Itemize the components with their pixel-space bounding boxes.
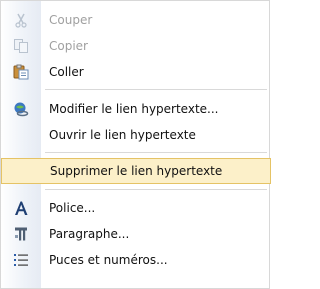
menu-item-cut: Couper [1,7,271,33]
menu-item-label: Paragraphe... [49,227,130,241]
menu-item-open-hyperlink[interactable]: Ouvrir le lien hypertexte [1,122,271,148]
menu-item-paste[interactable]: Coller [1,59,271,85]
menu-item-bullets-numbering[interactable]: Puces et numéros... [1,247,271,273]
menu-separator [45,152,267,153]
menu-item-label: Supprimer le lien hypertexte [50,164,223,178]
menu-item-font[interactable]: Police... [1,195,271,221]
menu-separator [45,189,267,190]
menu-item-edit-hyperlink[interactable]: Modifier le lien hypertexte... [1,96,271,122]
menu-item-paragraph[interactable]: Paragraphe... [1,221,271,247]
scissors-icon [13,12,29,28]
menu-item-label: Couper [49,13,93,27]
menu-item-label: Copier [49,39,88,53]
paragraph-icon [13,226,29,242]
menu-item-remove-hyperlink[interactable]: Supprimer le lien hypertexte [1,158,271,184]
menu-item-label: Police... [49,201,96,215]
menu-item-label: Coller [49,65,84,79]
menu-item-label: Ouvrir le lien hypertexte [49,128,196,142]
menu-item-copy: Copier [1,33,271,59]
paste-icon [13,64,29,80]
menu-item-label: Puces et numéros... [49,253,168,267]
menu-item-label: Modifier le lien hypertexte... [49,102,219,116]
context-menu: Couper Copier Coller Modifier le lien hy… [0,0,271,289]
edit-hyperlink-icon [13,101,29,117]
copy-icon [13,38,29,54]
font-icon [13,200,29,216]
menu-separator [45,89,267,90]
bullets-icon [13,252,29,268]
